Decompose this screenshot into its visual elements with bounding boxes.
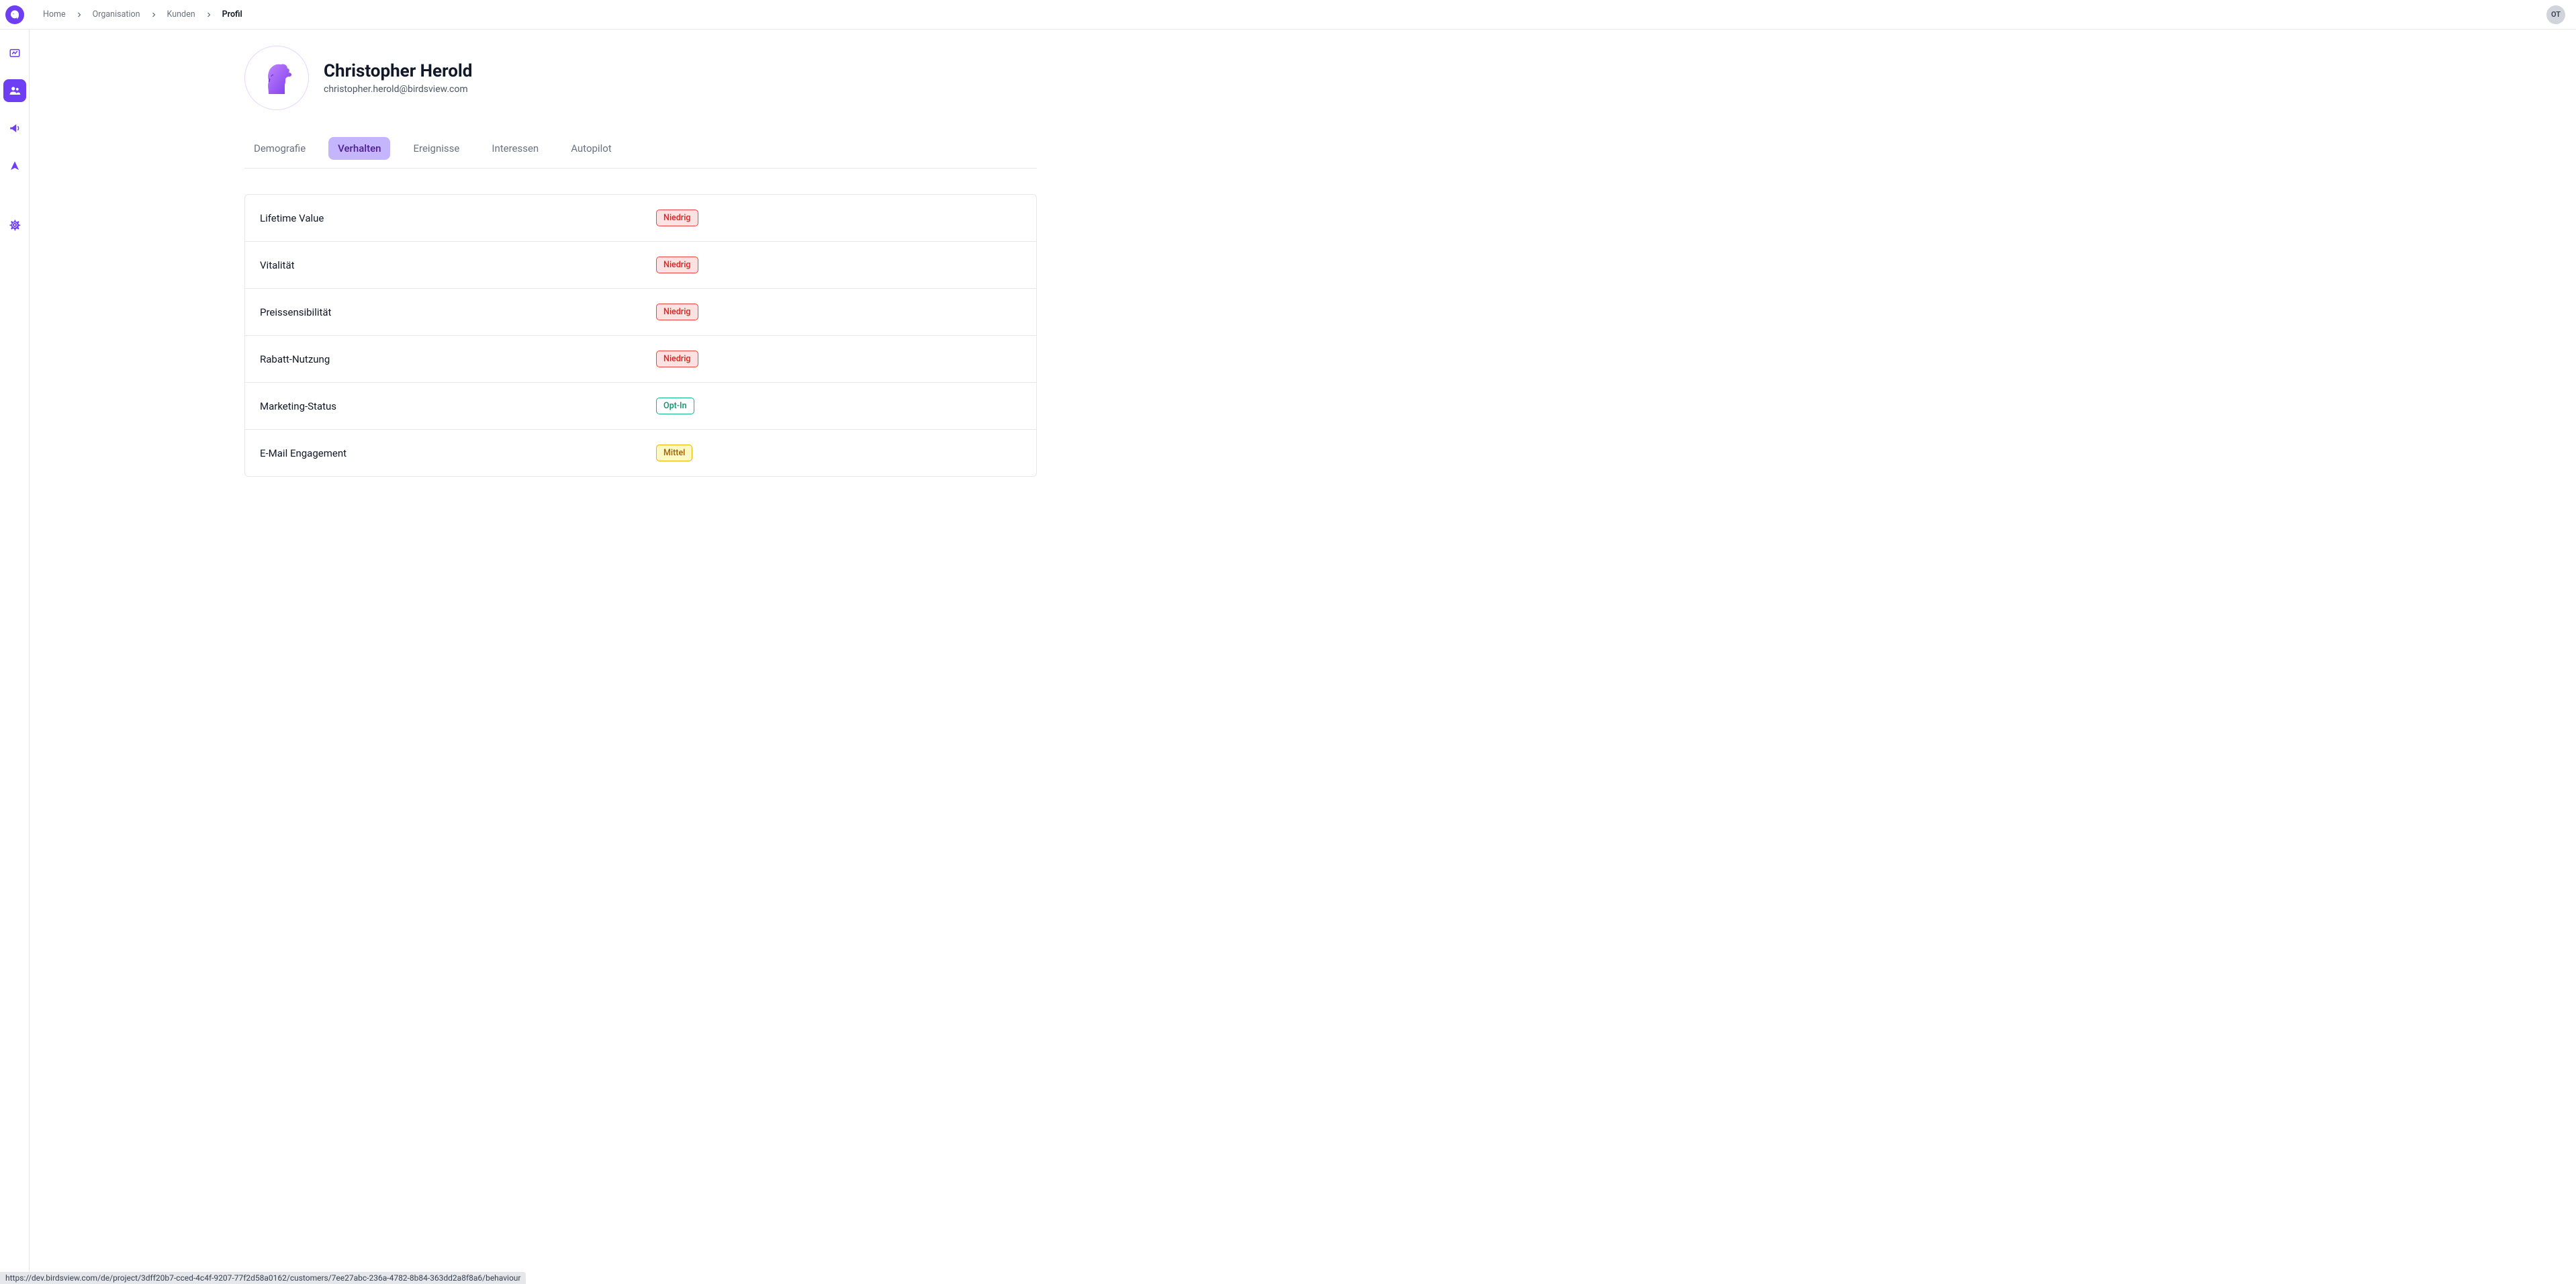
breadcrumb-home[interactable]: Home [43, 9, 66, 19]
bird-icon [9, 9, 20, 20]
breadcrumb-profil[interactable]: Profil [222, 9, 242, 19]
chevron-right-icon [150, 11, 158, 19]
profile-email: christopher.herold@birdsview.com [324, 84, 472, 95]
metric-badge: Niedrig [656, 351, 698, 367]
breadcrumbs: Home Organisation Kunden Profil [30, 9, 242, 19]
topbar: Home Organisation Kunden Profil OT [0, 0, 2576, 30]
users-icon [9, 85, 21, 97]
metric-badge: Niedrig [656, 210, 698, 226]
app-logo[interactable] [0, 0, 30, 30]
metric-row-lifetime-value: Lifetime Value Niedrig [245, 195, 1036, 242]
profile-header: Christopher Herold christopher.herold@bi… [244, 46, 1037, 110]
breadcrumb-organisation[interactable]: Organisation [93, 9, 140, 19]
tab-autopilot[interactable]: Autopilot [561, 137, 620, 160]
metric-badge: Opt-In [656, 398, 694, 414]
metric-row-vitalitaet: Vitalität Niedrig [245, 242, 1036, 289]
megaphone-icon [9, 122, 21, 134]
main-content: Christopher Herold christopher.herold@bi… [30, 30, 2576, 1284]
metric-label: Rabatt-Nutzung [260, 353, 656, 365]
metric-label: E-Mail Engagement [260, 447, 656, 459]
profile-name: Christopher Herold [324, 61, 472, 81]
metric-badge: Niedrig [656, 257, 698, 273]
tab-interessen[interactable]: Interessen [482, 137, 548, 160]
metric-row-rabatt-nutzung: Rabatt-Nutzung Niedrig [245, 336, 1036, 383]
metric-row-preissensibilitaet: Preissensibilität Niedrig [245, 289, 1036, 336]
metrics-card: Lifetime Value Niedrig Vitalität Niedrig… [244, 194, 1037, 477]
sidebar-item-campaigns[interactable] [3, 117, 26, 140]
tab-verhalten[interactable]: Verhalten [328, 137, 390, 160]
chart-icon [9, 47, 21, 59]
tab-demografie[interactable]: Demografie [244, 137, 315, 160]
status-bar-url: https://dev.birdsview.com/de/project/3df… [0, 1272, 526, 1284]
tab-ereignisse[interactable]: Ereignisse [404, 137, 469, 160]
metric-badge: Mittel [656, 445, 692, 461]
sidebar-item-customers[interactable] [3, 79, 26, 102]
metric-row-email-engagement: E-Mail Engagement Mittel [245, 430, 1036, 476]
metric-label: Preissensibilität [260, 306, 656, 318]
avatar-face-icon [255, 56, 298, 99]
profile-avatar [244, 46, 309, 110]
sidebar-item-settings[interactable] [3, 214, 26, 236]
chevron-right-icon [75, 11, 83, 19]
metric-row-marketing-status: Marketing-Status Opt-In [245, 383, 1036, 430]
send-icon [9, 160, 21, 172]
sidebar-item-dashboard[interactable] [3, 42, 26, 64]
gear-icon [9, 219, 21, 231]
profile-info: Christopher Herold christopher.herold@bi… [324, 61, 472, 95]
metric-badge: Niedrig [656, 304, 698, 320]
user-avatar[interactable]: OT [2546, 5, 2565, 24]
chevron-right-icon [205, 11, 213, 19]
metric-label: Vitalität [260, 259, 656, 271]
sidebar-item-send[interactable] [3, 154, 26, 177]
tabs: Demografie Verhalten Ereignisse Interess… [244, 137, 1037, 169]
metric-label: Lifetime Value [260, 212, 656, 224]
metric-label: Marketing-Status [260, 400, 656, 412]
sidebar [0, 30, 30, 1284]
breadcrumb-kunden[interactable]: Kunden [167, 9, 195, 19]
topbar-left: Home Organisation Kunden Profil [0, 0, 242, 30]
